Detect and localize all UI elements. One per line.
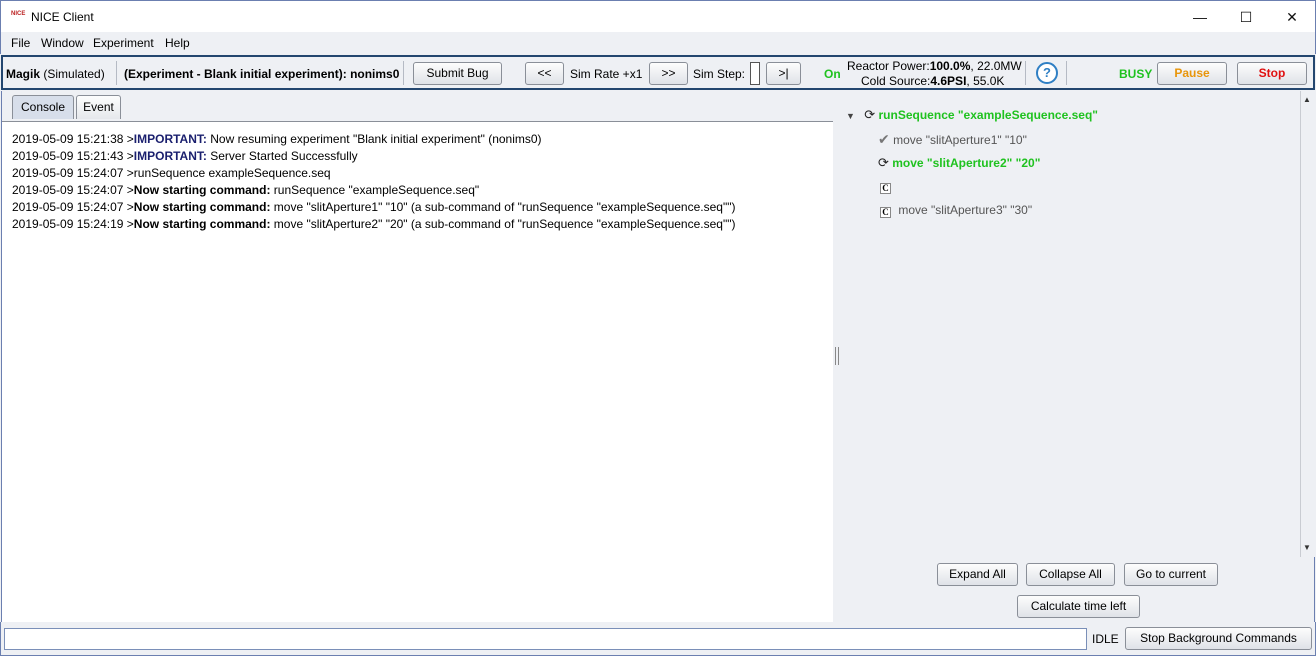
menu-bar: File Window Experiment Help (0, 32, 1316, 54)
sim-rate-up-button[interactable]: >> (649, 62, 688, 85)
log-text: Now resuming experiment "Blank initial e… (206, 132, 542, 146)
reactor-power-label: Reactor Power: (847, 59, 930, 73)
sim-step-label: Sim Step: (693, 67, 746, 81)
toolbar-separator (1066, 61, 1067, 85)
log-text: runSequence "exampleSequence.seq" (270, 183, 480, 197)
log-time: 2019-05-09 15:24:19 > (12, 217, 134, 231)
scroll-down-icon[interactable]: ▼ (1303, 543, 1311, 552)
command-icon: C (880, 183, 891, 194)
log-time: 2019-05-09 15:24:07 > (12, 166, 134, 180)
tree-root[interactable]: ▼ ⟳ runSequence "exampleSequence.seq" (846, 107, 1098, 123)
reactor-power-readout: Reactor Power:100.0%, 22.0MW (847, 59, 1022, 73)
tab-event[interactable]: Event (76, 95, 121, 119)
log-text: runSequence exampleSequence.seq (133, 166, 331, 180)
split-grip[interactable] (835, 347, 839, 365)
split-divider[interactable] (833, 91, 842, 622)
go-to-current-button[interactable]: Go to current (1124, 563, 1218, 586)
app-logo-icon: NICE (11, 11, 26, 17)
sim-rate-label: Sim Rate +x1 (570, 67, 643, 81)
sim-step-button[interactable]: >| (766, 62, 801, 85)
stop-button[interactable]: Stop (1237, 62, 1307, 85)
sim-step-field[interactable] (750, 62, 760, 85)
cold-source-psi: 4.6PSI (930, 74, 967, 88)
reactor-power-mw: , 22.0MW (970, 59, 1022, 73)
reactor-on-status: On (824, 67, 841, 81)
pause-button[interactable]: Pause (1157, 62, 1227, 85)
status-toolbar: Magik (Simulated) (Experiment - Blank in… (1, 55, 1315, 90)
window-title: NICE Client (31, 10, 94, 24)
tree-expander-icon[interactable]: ▼ (846, 111, 855, 121)
tree-scrollbar[interactable]: ▲ ▼ (1300, 91, 1315, 557)
reactor-power-percent: 100.0% (929, 59, 971, 73)
command-bar: IDLE Stop Background Commands (0, 622, 1316, 656)
instrument-name: Magik (6, 67, 41, 81)
log-line: 2019-05-09 15:24:19 >Now starting comman… (12, 217, 735, 231)
log-time: 2019-05-09 15:21:43 > (12, 149, 134, 163)
log-label: Now starting command: (133, 183, 271, 197)
log-label: Now starting command: (133, 200, 271, 214)
log-text: Server Started Successfully (206, 149, 358, 163)
menu-window[interactable]: Window (41, 36, 84, 50)
menu-experiment[interactable]: Experiment (93, 36, 154, 50)
calculate-time-left-button[interactable]: Calculate time left (1017, 595, 1140, 618)
log-line: 2019-05-09 15:21:43 >IMPORTANT: Server S… (12, 149, 358, 163)
toolbar-separator (116, 61, 117, 85)
console-log[interactable]: 2019-05-09 15:21:38 >IMPORTANT: Now resu… (2, 121, 834, 622)
sim-rate-down-button[interactable]: << (525, 62, 564, 85)
tree-item[interactable]: C (880, 179, 891, 194)
log-line: 2019-05-09 15:21:38 >IMPORTANT: Now resu… (12, 132, 542, 146)
idle-status: IDLE (1092, 632, 1119, 646)
running-spinner-icon: ⟳ (864, 107, 876, 122)
tab-console[interactable]: Console (12, 95, 74, 119)
log-time: 2019-05-09 15:21:38 > (12, 132, 134, 146)
log-text: move "slitAperture1" "10" (a sub-command… (270, 200, 736, 214)
command-tree[interactable]: ▼ ⟳ runSequence "exampleSequence.seq" ✔ … (842, 91, 1298, 557)
tree-item-label: move "slitAperture3" "30" (898, 203, 1033, 217)
submit-bug-button[interactable]: Submit Bug (413, 62, 502, 85)
experiment-title: (Experiment - Blank initial experiment): (124, 67, 347, 81)
log-line: 2019-05-09 15:24:07 >runSequence example… (12, 166, 331, 180)
log-label: IMPORTANT: (133, 132, 207, 146)
tree-root-label: runSequence "exampleSequence.seq" (878, 108, 1098, 122)
tree-item[interactable]: ⟳ move "slitAperture2" "20" (878, 155, 1040, 171)
toolbar-separator (1025, 61, 1026, 85)
tree-item-label: move "slitAperture1" "10" (893, 133, 1027, 147)
experiment-label: (Experiment - Blank initial experiment):… (124, 67, 399, 81)
stop-background-commands-button[interactable]: Stop Background Commands (1125, 627, 1312, 650)
log-text: move "slitAperture2" "20" (a sub-command… (270, 217, 736, 231)
title-bar: NICE NICE Client — ☐ ✕ (0, 0, 1316, 32)
log-line: 2019-05-09 15:24:07 >Now starting comman… (12, 183, 479, 197)
cold-source-readout: Cold Source:4.6PSI, 55.0K (861, 74, 1004, 88)
instrument-mode: (Simulated) (43, 67, 105, 81)
checkmark-icon: ✔ (878, 131, 890, 147)
minimize-button[interactable]: — (1177, 1, 1223, 33)
log-time: 2019-05-09 15:24:07 > (12, 200, 134, 214)
busy-status: BUSY (1119, 67, 1153, 81)
experiment-id: nonims0 (350, 67, 400, 81)
log-time: 2019-05-09 15:24:07 > (12, 183, 134, 197)
command-tree-pane: ▼ ⟳ runSequence "exampleSequence.seq" ✔ … (842, 91, 1315, 622)
log-line: 2019-05-09 15:24:07 >Now starting comman… (12, 200, 735, 214)
tree-item[interactable]: ✔ move "slitAperture1" "10" (878, 131, 1027, 148)
tree-item-label: move "slitAperture2" "20" (892, 156, 1041, 170)
log-label: IMPORTANT: (133, 149, 207, 163)
cold-source-label: Cold Source: (861, 74, 931, 88)
help-icon[interactable]: ? (1036, 62, 1058, 84)
log-label: Now starting command: (133, 217, 271, 231)
expand-all-button[interactable]: Expand All (937, 563, 1018, 586)
cold-source-k: , 55.0K (966, 74, 1005, 88)
maximize-button[interactable]: ☐ (1223, 1, 1269, 33)
console-pane: Console Event 2019-05-09 15:21:38 >IMPOR… (1, 91, 834, 622)
command-icon: C (880, 207, 891, 218)
command-input[interactable] (4, 628, 1087, 650)
toolbar-separator (403, 61, 404, 85)
close-button[interactable]: ✕ (1269, 1, 1315, 33)
menu-help[interactable]: Help (165, 36, 190, 50)
running-spinner-icon: ⟳ (878, 155, 889, 170)
instrument-label: Magik (Simulated) (6, 67, 105, 81)
collapse-all-button[interactable]: Collapse All (1026, 563, 1115, 586)
tree-item[interactable]: C move "slitAperture3" "30" (880, 203, 1032, 218)
scroll-up-icon[interactable]: ▲ (1303, 95, 1311, 104)
menu-file[interactable]: File (11, 36, 30, 50)
